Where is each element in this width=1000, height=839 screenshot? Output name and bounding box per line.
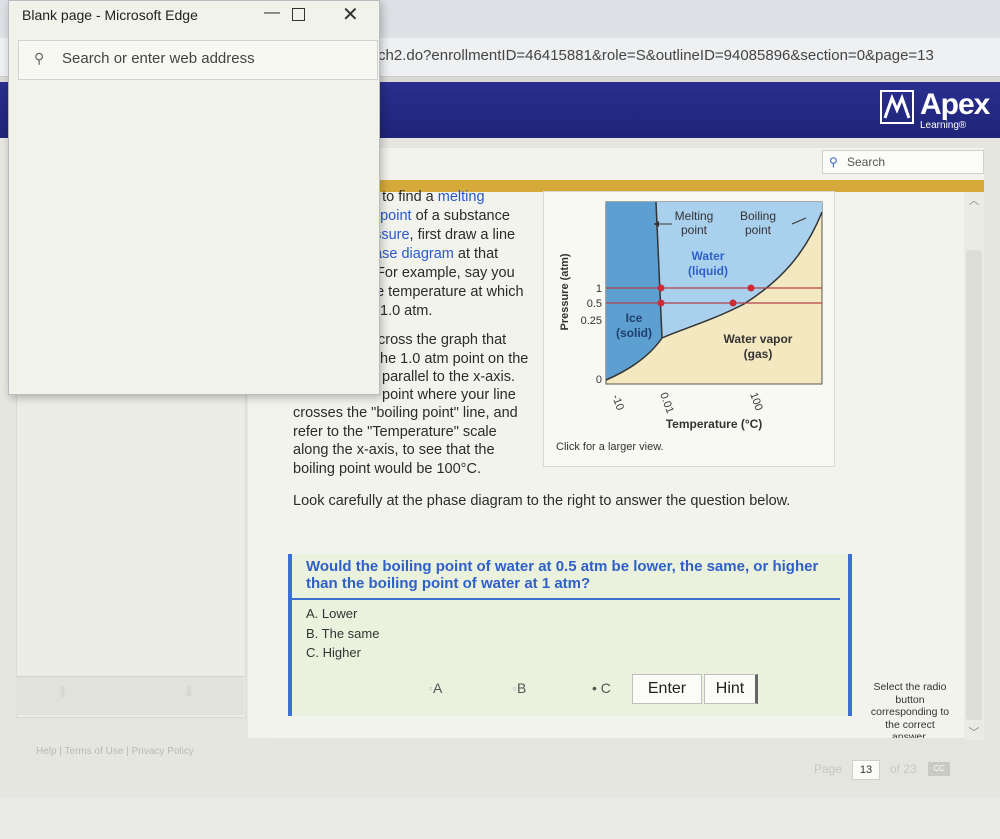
search-label: Search: [847, 155, 886, 169]
radio-a[interactable]: ◦A: [428, 680, 442, 696]
y-tick-label: 1: [596, 283, 602, 295]
option-a-text: A. Lower: [306, 606, 358, 621]
maximize-icon[interactable]: [292, 8, 305, 21]
minimize-icon[interactable]: —: [264, 4, 280, 22]
lesson-line: crosses the "boiling point" line, and: [293, 405, 518, 421]
x-tick-label: 0.01: [657, 391, 676, 415]
boiling-point-dot: [747, 284, 755, 292]
phase-diagram[interactable]: Melting point Boiling point Water (liqui…: [544, 192, 834, 466]
radio-b[interactable]: ◦B: [512, 680, 526, 696]
radio-b-label: B: [516, 680, 527, 696]
lesson-line: parallel to the x-axis.: [382, 369, 515, 385]
melting-label: point: [681, 223, 708, 237]
x-tick-label: -10: [609, 393, 626, 412]
y-tick-label: 0.5: [587, 298, 602, 310]
melting-point-dot: [657, 299, 665, 307]
answer-hint-text: Select the radio button corresponding to…: [870, 681, 950, 743]
region-label-water: (liquid): [688, 264, 728, 278]
melting-point-dot: [657, 284, 665, 292]
nav-up-arrow-icon[interactable]: ⬆: [56, 682, 69, 702]
lesson-line: he temperature at which: [368, 284, 524, 300]
option-b-text: B. The same: [306, 626, 380, 641]
lesson-line: along the x-axis, to see that the: [293, 442, 495, 458]
edge-window-title: Blank page - Microsoft Edge: [22, 7, 198, 23]
lesson-line: g point of a substance: [368, 208, 510, 224]
page-label: Page: [814, 762, 843, 776]
search-icon: ⚲: [829, 155, 838, 169]
edge-address-placeholder[interactable]: Search or enter web address: [62, 50, 255, 67]
radio-c-label: C: [600, 680, 611, 696]
lesson-instruction: Look carefully at the phase diagram to t…: [293, 493, 791, 509]
lesson-line: the 1.0 atm point on the: [376, 351, 529, 367]
apex-logo-icon: [880, 90, 914, 124]
lesson-line: refer to the "Temperature" scale: [293, 424, 497, 440]
question-text: Would the boiling point of water at 0.5 …: [306, 558, 819, 592]
x-tick-label: 100: [747, 391, 765, 412]
lesson-line: ed to find a melting: [362, 189, 485, 205]
hint-button[interactable]: Hint: [704, 674, 758, 704]
nav-down-arrow-icon[interactable]: ⬇: [182, 682, 195, 702]
apex-logo-word: Apex: [920, 88, 990, 121]
phase-diagram-panel[interactable]: Melting point Boiling point Water (liqui…: [543, 191, 835, 467]
y-tick-label: 0.25: [581, 315, 602, 327]
lesson-line: 1.0 atm.: [380, 303, 433, 319]
lesson-line: point where your line: [382, 387, 516, 403]
y-axis-label: Pressure (atm): [559, 253, 571, 330]
boiling-label: point: [745, 223, 772, 237]
lesson-line: . For example, say you: [368, 265, 515, 281]
question-divider: [292, 598, 840, 600]
region-label-vapor: Water vapor: [724, 332, 793, 346]
option-c-text: C. Higher: [306, 645, 361, 660]
region-label-ice: (solid): [616, 326, 652, 340]
lesson-line: boiling point would be 100°C.: [293, 461, 481, 477]
boiling-label: Boiling: [740, 209, 776, 223]
apex-logo-sub: Learning®: [920, 120, 967, 131]
radio-a-label: A: [432, 680, 443, 696]
region-label-ice: Ice: [626, 311, 643, 325]
melting-label: Melting: [675, 209, 714, 223]
radio-c[interactable]: • C: [592, 680, 611, 696]
lesson-line: essure, first draw a line: [366, 227, 516, 243]
closed-caption-icon[interactable]: CC: [928, 762, 950, 776]
lesson-line: hase diagram at that: [366, 246, 499, 262]
region-label-water: Water: [692, 249, 725, 263]
page-total: of 23: [890, 762, 917, 776]
close-icon[interactable]: ✕: [342, 2, 359, 27]
boiling-point-dot: [729, 299, 737, 307]
search-icon: ⚲: [34, 50, 45, 66]
diagram-caption[interactable]: Click for a larger view.: [556, 441, 664, 453]
scroll-up-icon[interactable]: ︿: [964, 192, 984, 210]
left-sidebar-nav: [16, 676, 244, 715]
scrollbar-thumb[interactable]: [966, 250, 982, 720]
y-tick-label: 0: [596, 374, 602, 386]
lesson-line: cross the graph that: [378, 332, 507, 348]
footer-links[interactable]: Help | Terms of Use | Privacy Policy: [36, 746, 194, 757]
scroll-down-icon[interactable]: ﹀: [964, 724, 984, 740]
region-label-vapor: (gas): [744, 347, 773, 361]
apex-logo: Apex Learning®: [880, 88, 990, 132]
x-axis-label: Temperature (°C): [666, 417, 763, 431]
address-url-text[interactable]: ch2.do?enrollmentID=46415881&role=S&outl…: [378, 47, 934, 64]
apex-search-box[interactable]: ⚲ Search: [822, 150, 984, 174]
enter-button[interactable]: Enter: [632, 674, 702, 704]
page-number-input[interactable]: 13: [852, 760, 880, 780]
window-bottom-area: [0, 798, 1000, 839]
